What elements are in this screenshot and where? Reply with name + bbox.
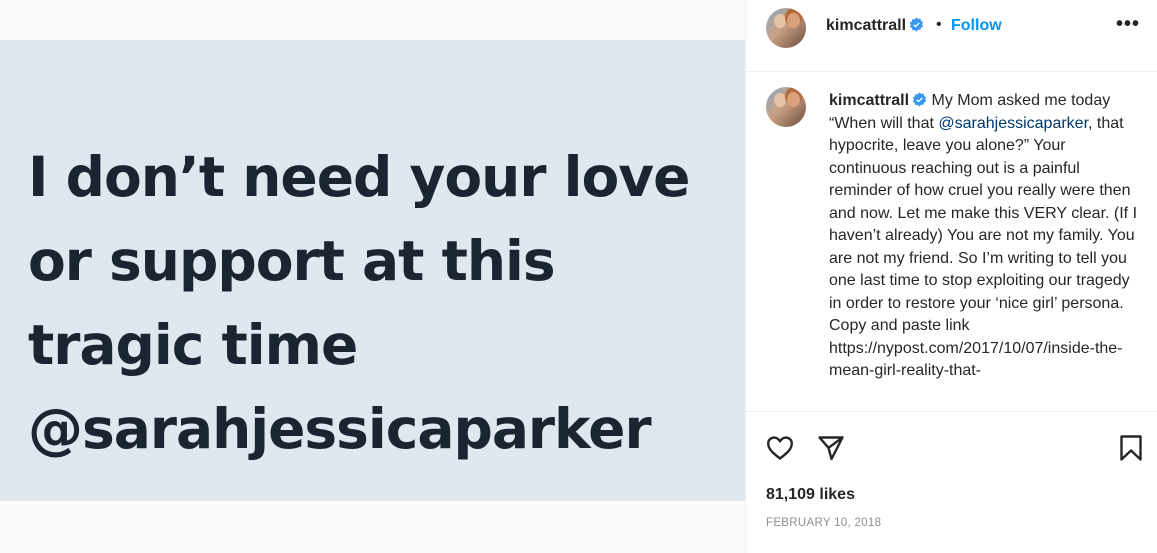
comments-section[interactable]: kimcattrall My Mom asked me today “When … xyxy=(746,72,1157,412)
post-header: kimcattrall • Follow ••• xyxy=(746,0,1157,72)
post-date[interactable]: FEBRUARY 10, 2018 xyxy=(766,517,881,529)
header-separator: • xyxy=(936,16,942,33)
post-media-area: I don’t need your love or support at thi… xyxy=(0,0,745,553)
post-actions xyxy=(746,412,1157,472)
post-image[interactable]: I don’t need your love or support at thi… xyxy=(0,40,745,501)
post-image-line: I don’t need your love xyxy=(28,145,690,209)
heart-icon[interactable] xyxy=(765,433,795,463)
caption-text: , that hypocrite, leave you alone?” Your… xyxy=(829,114,1138,380)
verified-badge-icon xyxy=(909,17,924,32)
author-avatar[interactable] xyxy=(766,8,806,48)
follow-button[interactable]: Follow xyxy=(951,17,1002,35)
post-image-line: @sarahjessicaparker xyxy=(28,397,652,461)
share-icon[interactable] xyxy=(816,433,846,463)
post-image-text: I don’t need your love or support at thi… xyxy=(28,135,728,471)
post-image-line: or support at this xyxy=(28,229,556,293)
bookmark-icon[interactable] xyxy=(1116,433,1146,463)
caption-mention-link[interactable]: @sarahjessicaparker xyxy=(938,115,1088,132)
more-options-icon[interactable]: ••• xyxy=(1116,13,1140,36)
likes-count[interactable]: 81,109 likes xyxy=(766,486,855,504)
post-side-panel: kimcattrall • Follow ••• kimcattrall My … xyxy=(745,0,1157,553)
caption-avatar[interactable] xyxy=(766,87,806,127)
verified-badge-icon xyxy=(912,92,927,107)
post-caption: kimcattrall My Mom asked me today “When … xyxy=(829,90,1139,383)
author-username[interactable]: kimcattrall xyxy=(826,17,906,34)
post-image-line: tragic time xyxy=(28,313,358,377)
author-username-row: kimcattrall xyxy=(826,17,924,35)
caption-username[interactable]: kimcattrall xyxy=(829,92,909,109)
